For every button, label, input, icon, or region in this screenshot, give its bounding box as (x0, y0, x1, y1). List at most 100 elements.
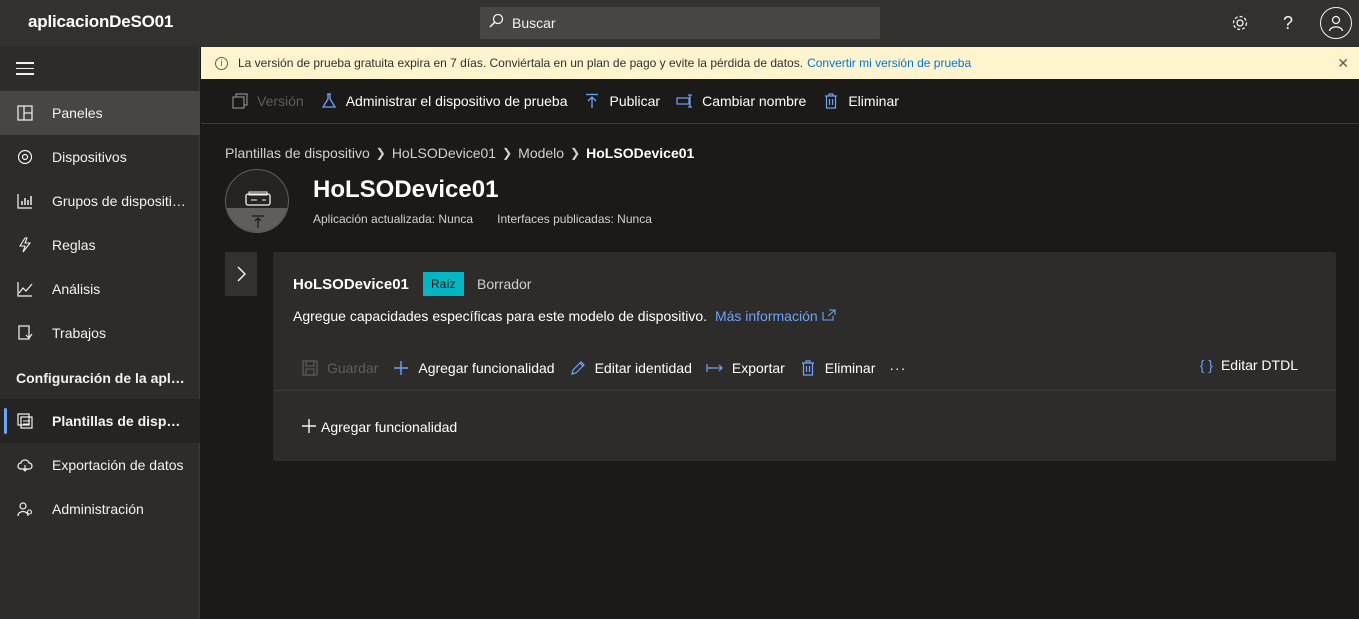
breadcrumb-item[interactable]: Modelo (518, 145, 564, 161)
add-capability-link[interactable]: Agregar funcionalidad (301, 416, 457, 438)
edit-identity-button[interactable]: Editar identidad (569, 359, 692, 377)
save-label: Guardar (327, 360, 379, 376)
model-description: Agregue capacidades específicas para est… (293, 308, 836, 324)
sidebar-item-plantillas[interactable]: Plantillas de dispositivo (0, 399, 200, 443)
sidebar-item-label: Grupos de dispositivos (52, 193, 186, 209)
rename-icon (676, 92, 694, 110)
sidebar-item-label: Exportación de datos (52, 457, 184, 473)
rename-label: Cambiar nombre (702, 93, 807, 109)
section-heading: Configuración de la aplicación (16, 370, 186, 386)
expand-panel-button[interactable] (225, 252, 257, 296)
more-options-button[interactable]: ··· (889, 360, 906, 376)
info-icon: i (215, 56, 228, 70)
chevron-right-icon: ❯ (502, 146, 513, 160)
rename-button[interactable]: Cambiar nombre (676, 92, 806, 110)
device-avatar (225, 169, 289, 233)
command-bar: Versión Administrar el dispositivo de pr… (201, 79, 1359, 124)
search-box[interactable]: Buscar (480, 7, 880, 39)
export-icon (706, 359, 724, 377)
close-icon[interactable]: ✕ (1337, 55, 1349, 72)
external-link-icon (821, 309, 836, 321)
dashboard-icon (16, 104, 34, 122)
convert-trial-link[interactable]: Convertir mi versión de prueba (807, 56, 971, 70)
add-capability-link-label: Agregar funcionalidad (321, 419, 458, 435)
pencil-icon (569, 359, 587, 377)
delete-label: Eliminar (848, 93, 899, 109)
flask-icon (320, 92, 338, 110)
sidebar-item-label: Administración (52, 501, 144, 517)
search-input[interactable]: Buscar (512, 15, 556, 31)
trial-banner: i La versión de prueba gratuita expira e… (201, 47, 1359, 79)
card-command-bar: Guardar Agregar funcionalidad Editar ide… (301, 356, 920, 380)
app-title[interactable]: aplicacionDeSO01 (28, 12, 173, 32)
delete-model-button[interactable]: Eliminar (799, 359, 876, 377)
chevron-right-icon: ❯ (375, 146, 386, 160)
sidebar-item-label: Dispositivos (52, 149, 127, 165)
add-capability-button[interactable]: Agregar funcionalidad (392, 359, 555, 377)
gear-icon[interactable] (1227, 10, 1253, 36)
more-info-link[interactable]: Más información (715, 308, 836, 324)
chevron-right-icon (237, 266, 246, 282)
export-label: Exportar (731, 360, 785, 376)
breadcrumb-item[interactable]: Plantillas de dispositivo (225, 145, 370, 161)
sidebar-item-reglas[interactable]: Reglas (0, 223, 200, 267)
more-icon: ··· (889, 360, 907, 376)
trash-icon (822, 92, 840, 110)
export-button[interactable]: Exportar (706, 359, 785, 377)
data-export-icon (16, 456, 34, 474)
sidebar-item-label: Trabajos (52, 325, 106, 341)
publish-label: Publicar (609, 93, 661, 109)
braces-icon: { } (1199, 357, 1213, 373)
save-icon (301, 359, 319, 377)
sidebar-item-analisis[interactable]: Análisis (0, 267, 200, 311)
manage-test-device-button[interactable]: Administrar el dispositivo de prueba (320, 92, 567, 110)
search-icon (488, 13, 504, 34)
app-updated-text: Aplicación actualizada: Nunca (313, 212, 474, 226)
devices-icon (16, 148, 34, 166)
help-icon[interactable]: ? (1275, 10, 1301, 36)
account-icon[interactable] (1320, 7, 1352, 39)
rules-icon (16, 236, 34, 254)
jobs-icon (16, 324, 34, 342)
sidebar-item-dispositivos[interactable]: Dispositivos (0, 135, 200, 179)
model-title: HoLSODevice01 (293, 276, 409, 293)
menu-icon[interactable] (16, 62, 34, 79)
edit-dtdl-button[interactable]: { } Editar DTDL (1200, 356, 1298, 374)
sidebar-item-paneles[interactable]: Paneles (0, 91, 200, 135)
sidebar-item-label: Plantillas de dispositivo (52, 413, 186, 429)
plus-icon (392, 359, 410, 377)
interfaces-published-text: Interfaces publicadas: Nunca (497, 212, 652, 226)
page-title: HoLSODevice01 (313, 176, 499, 203)
administration-icon (16, 500, 34, 518)
status-text: Borrador (477, 276, 532, 292)
analytics-icon (16, 280, 34, 298)
breadcrumb-item[interactable]: HoLSODevice01 (392, 145, 496, 161)
chevron-right-icon: ❯ (570, 146, 581, 160)
delete-button[interactable]: Eliminar (822, 92, 899, 110)
version-icon (231, 92, 249, 110)
breadcrumb-current: HoLSODevice01 (586, 145, 695, 161)
model-card: HoLSODevice01 Raíz Borrador Agregue capa… (273, 252, 1336, 461)
sidebar: Paneles Dispositivos Grupos de dispositi… (0, 47, 200, 619)
top-bar: aplicacionDeSO01 Buscar ? (0, 0, 1359, 47)
delete-model-label: Eliminar (824, 360, 876, 376)
breadcrumb: Plantillas de dispositivo ❯ HoLSODevice0… (225, 145, 694, 161)
banner-text: La versión de prueba gratuita expira en … (238, 56, 804, 70)
edit-dtdl-label: Editar DTDL (1220, 357, 1298, 373)
sidebar-item-label: Paneles (52, 105, 103, 121)
plus-icon (301, 416, 317, 438)
version-label: Versión (257, 93, 304, 109)
version-button[interactable]: Versión (231, 92, 304, 110)
sidebar-item-label: Análisis (52, 281, 101, 297)
description-text: Agregue capacidades específicas para est… (293, 308, 708, 324)
divider (273, 390, 1336, 391)
save-button[interactable]: Guardar (301, 359, 378, 377)
sidebar-item-trabajos[interactable]: Trabajos (0, 311, 200, 355)
publish-button[interactable]: Publicar (583, 92, 660, 110)
sidebar-item-exportacion[interactable]: Exportación de datos (0, 443, 200, 487)
device-groups-icon (16, 192, 34, 210)
device-image-icon (226, 191, 288, 232)
sidebar-item-administracion[interactable]: Administración (0, 487, 200, 531)
root-badge: Raíz (423, 272, 464, 296)
sidebar-item-grupos[interactable]: Grupos de dispositivos (0, 179, 200, 223)
